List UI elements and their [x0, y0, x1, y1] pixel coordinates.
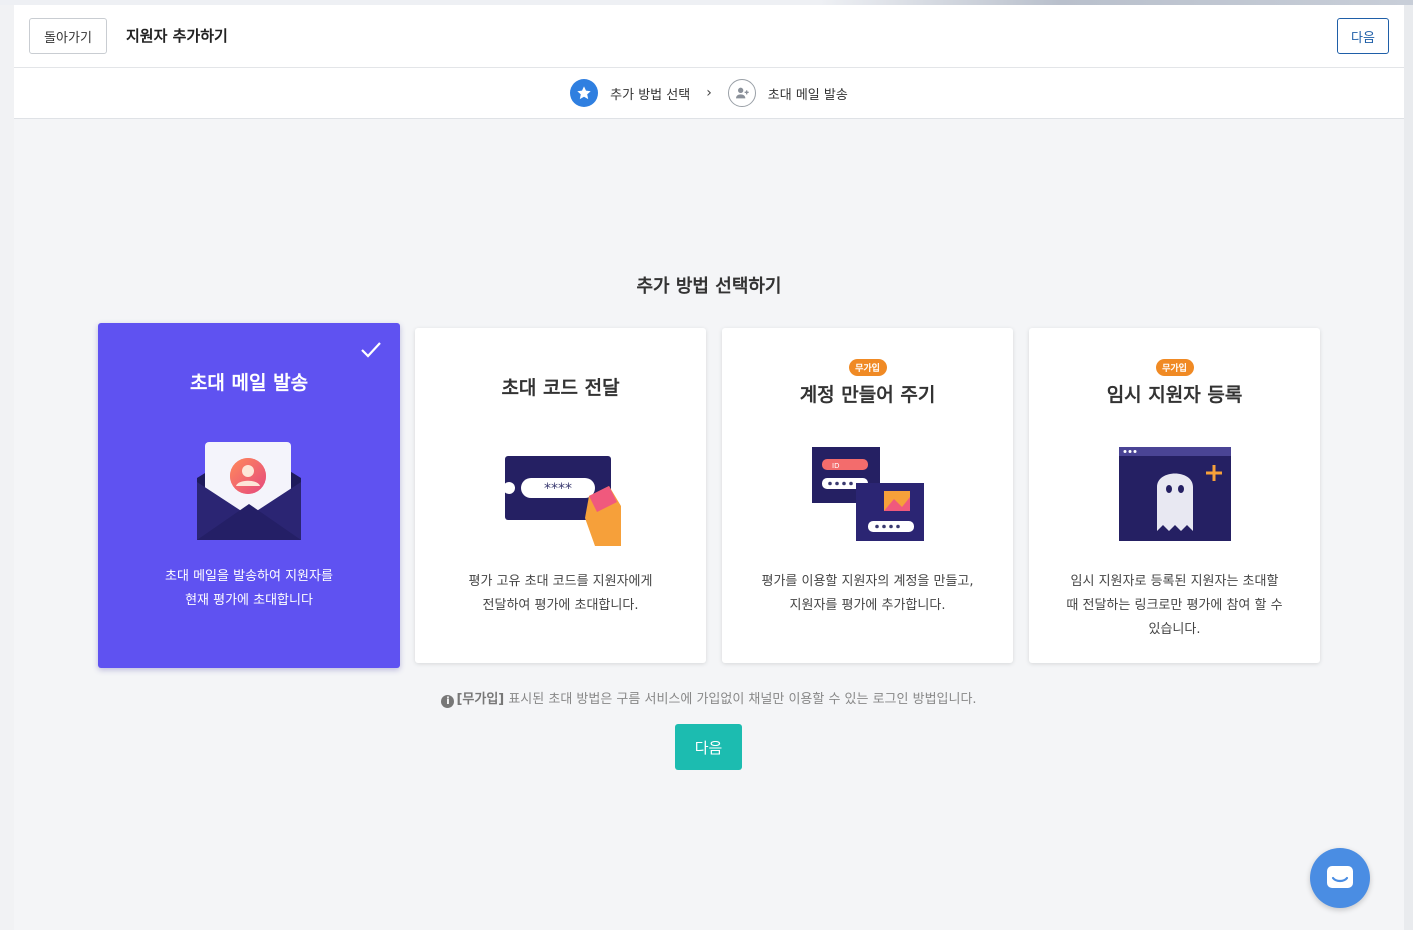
- add-applicant-modal: 돌아가기 지원자 추가하기 다음 추가 방법 선택 › 초대 메일 발송 추가 …: [14, 5, 1404, 930]
- card-title: 계정 만들어 주기: [799, 384, 936, 406]
- code-ticket-illustration-icon: ****: [503, 456, 623, 550]
- card-description: 평가 고유 초대 코드를 지원자에게 전달하여 평가에 초대합니다.: [468, 574, 653, 613]
- note-text: 표시된 초대 방법은 구름 서비스에 가입없이 채널만 이용할 수 있는 로그인…: [504, 692, 977, 707]
- account-illustration-icon: ID: [812, 447, 924, 545]
- method-card-temp-applicant[interactable]: 무가입 임시 지원자 등록 임시 지원자로 등록된 지원자는 초대할 때 전달하…: [1029, 328, 1320, 663]
- chat-support-button[interactable]: [1310, 848, 1370, 908]
- step-label: 초대 메일 발송: [767, 87, 848, 103]
- card-title: 임시 지원자 등록: [1106, 384, 1243, 406]
- page-title: 지원자 추가하기: [126, 27, 228, 45]
- back-button[interactable]: 돌아가기: [29, 18, 107, 54]
- section-title: 추가 방법 선택하기: [636, 276, 782, 297]
- modal-header: 돌아가기 지원자 추가하기 다음: [14, 5, 1404, 68]
- no-signup-badge: 무가입: [1155, 359, 1194, 376]
- card-description: 초대 메일을 발송하여 지원자를 현재 평가에 초대합니다: [165, 569, 333, 608]
- left-backdrop: [0, 5, 14, 930]
- next-button-top[interactable]: 다음: [1337, 18, 1389, 54]
- right-backdrop: [1404, 5, 1413, 930]
- chevron-right-icon: ›: [706, 85, 712, 101]
- step-label: 추가 방법 선택: [610, 87, 691, 103]
- card-title: 초대 메일 발송: [189, 372, 309, 394]
- method-card-invite-code[interactable]: 초대 코드 전달 **** 평가 고유 초대 코드를 지원자에게 전달하여 평가…: [415, 328, 706, 663]
- step-select-method: 추가 방법 선택: [570, 79, 690, 107]
- svg-text:****: ****: [544, 481, 572, 497]
- no-signup-note: i [무가입] 표시된 초대 방법은 구름 서비스에 가입없이 채널만 이용할 수…: [14, 688, 1404, 708]
- add-user-icon: [727, 79, 756, 107]
- stepper: 추가 방법 선택 › 초대 메일 발송: [14, 68, 1404, 119]
- no-signup-badge: 무가입: [848, 359, 887, 376]
- card-description: 평가를 이용할 지원자의 계정을 만들고, 지원자를 평가에 추가합니다.: [761, 574, 974, 613]
- note-badge: [무가입]: [456, 692, 505, 707]
- card-title: 초대 코드 전달: [501, 377, 620, 399]
- method-card-create-account[interactable]: 무가입 계정 만들어 주기 ID 평가를 이용할 지원자의 계정을 만들고, 지…: [722, 328, 1013, 663]
- svg-text:ID: ID: [832, 462, 839, 470]
- step-send-invite: 초대 메일 발송: [727, 79, 848, 107]
- envelope-illustration-icon: [197, 438, 301, 544]
- check-icon: [360, 341, 382, 363]
- next-button[interactable]: 다음: [675, 724, 742, 770]
- chat-bubble-icon: [1327, 866, 1353, 888]
- star-icon: [570, 79, 599, 107]
- card-description: 임시 지원자로 등록된 지원자는 초대할 때 전달하는 링크로만 평가에 참여 …: [1066, 574, 1283, 637]
- ghost-illustration-icon: [1119, 447, 1231, 545]
- method-card-email-invite[interactable]: 초대 메일 발송 초대 메일을 발송하여 지원자를 현재 평가에 초대합니다: [98, 323, 400, 668]
- info-icon: i: [441, 695, 455, 708]
